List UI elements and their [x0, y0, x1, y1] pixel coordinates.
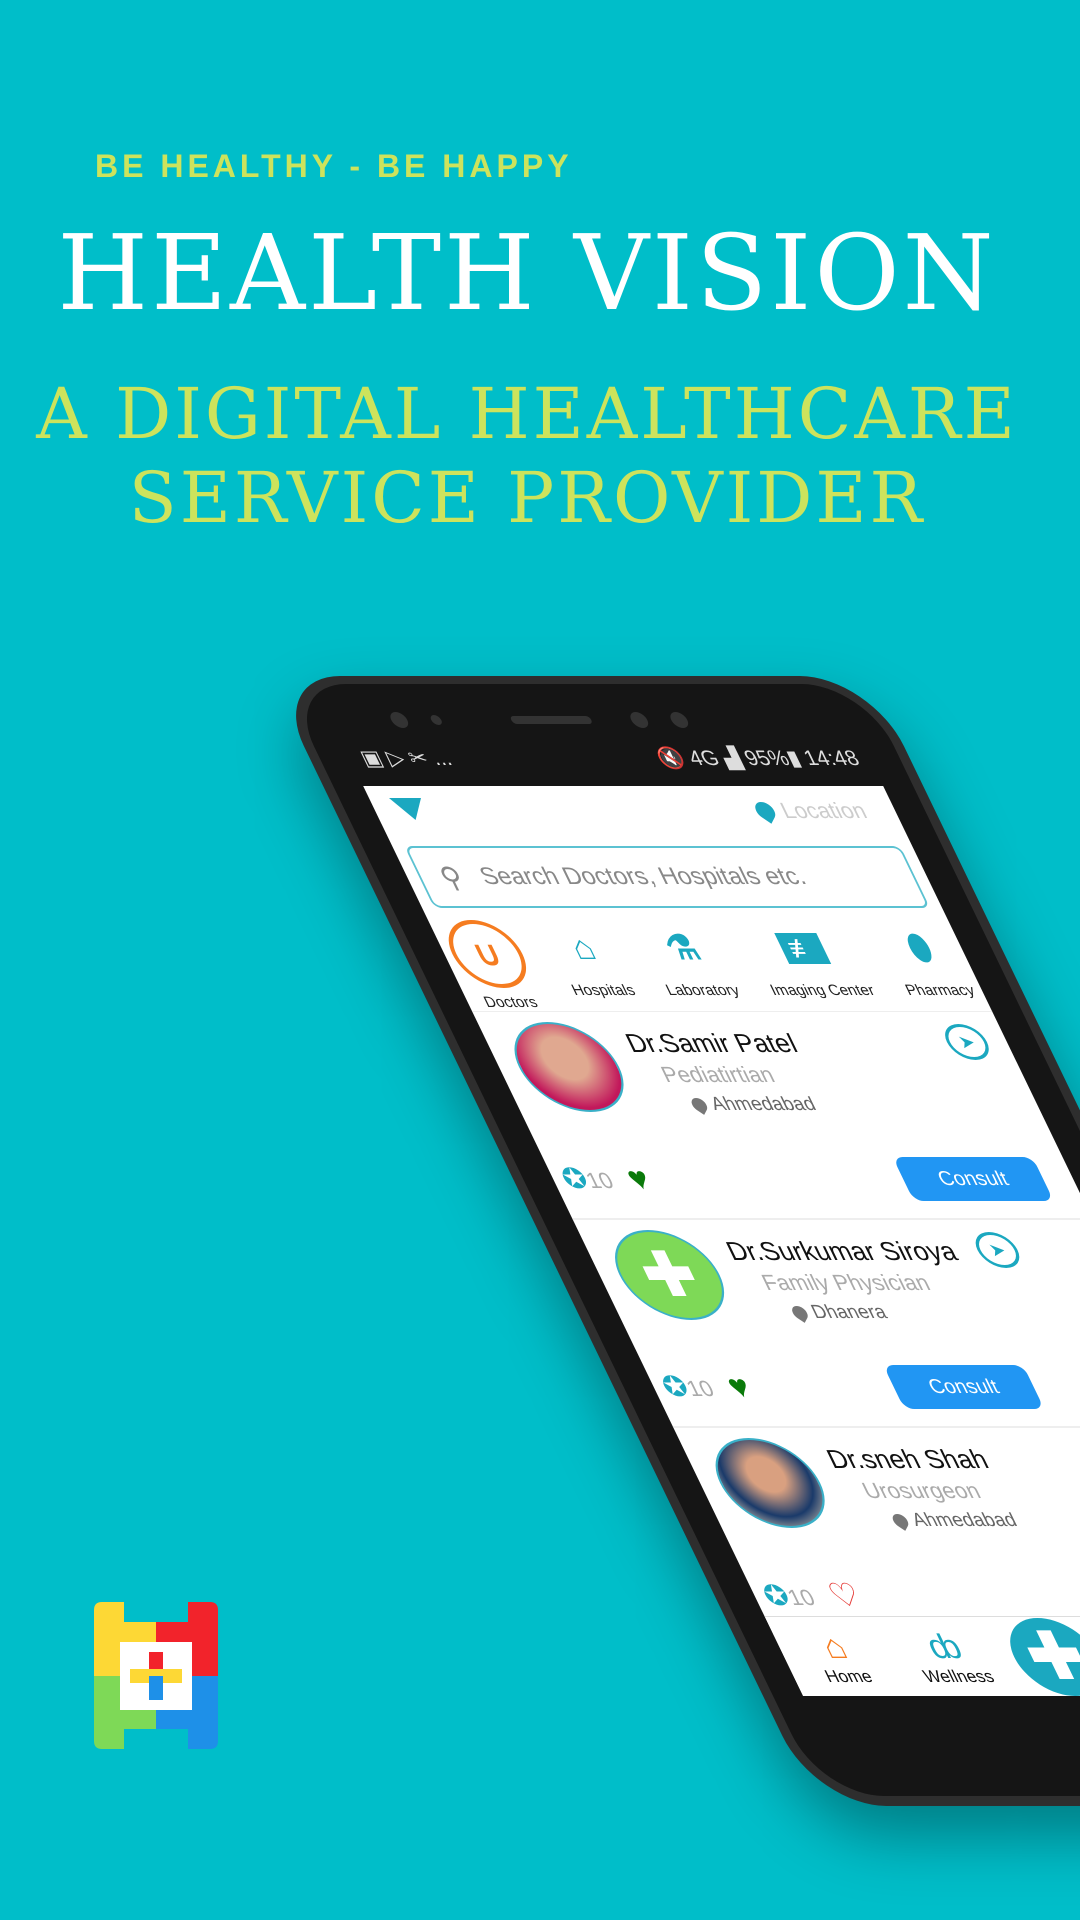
- category-bar: ∪ Doctors ⌂ Hospitals ⚗ Laboratory ≢ Imaging…: [422, 908, 993, 1012]
- heart-outline-icon[interactable]: ♡: [821, 1576, 868, 1614]
- heart-icon[interactable]: ♥: [720, 1368, 757, 1405]
- doctor-name: Dr.sneh Shah: [821, 1444, 994, 1474]
- sensor-icon: [428, 715, 444, 725]
- app-title: HEALTH VISION: [57, 212, 997, 334]
- category-hospitals[interactable]: ⌂ Hospitals: [539, 920, 645, 1011]
- phone-mockup: ▣ ▷ ✂ ... 🔇 4G ▟ 95%▮ 14:48 Location ⚲ S…: [270, 676, 1080, 1806]
- search-input[interactable]: ⚲ Search Doctors, Hospitals etc.: [404, 846, 931, 908]
- health-vision-logo: [94, 1602, 218, 1749]
- doctor-meta: ✪10 ♥: [555, 1160, 657, 1197]
- speaker-grille: [509, 716, 594, 724]
- navigate-icon[interactable]: ➤: [968, 1232, 1027, 1268]
- xray-icon: ≢: [760, 920, 843, 976]
- avatar: [698, 1438, 842, 1528]
- filter-icon[interactable]: [388, 798, 432, 820]
- category-imaging-center[interactable]: ≢ Imaging Center: [737, 920, 884, 1011]
- system-navigation-bar: ⇄ ▢: [803, 1696, 1080, 1752]
- hospital-icon: ⌂: [563, 928, 603, 967]
- bicycle-icon: ȸ: [919, 1627, 969, 1666]
- pill-icon: ⬮: [899, 928, 940, 967]
- doctor-specialty: Pediatirtian: [656, 1062, 779, 1087]
- location-pin-icon: [752, 798, 778, 824]
- plus-icon: ✚: [1011, 1620, 1080, 1692]
- app-header: Location: [363, 786, 911, 844]
- avatar: ✚: [597, 1230, 742, 1320]
- consult-button[interactable]: Consult: [892, 1157, 1054, 1201]
- search-icon: ⚲: [433, 861, 470, 893]
- location-pin-icon: [890, 1511, 911, 1531]
- category-laboratory[interactable]: ⚗ Laboratory: [633, 920, 749, 1011]
- camera-icon: [387, 712, 412, 728]
- avatar: [497, 1022, 641, 1112]
- doctor-meta: ✪10 ♡: [756, 1576, 868, 1614]
- subtitle: A DIGITAL HEALTHCARE SERVICE PROVIDER: [0, 372, 1054, 540]
- search-placeholder: Search Doctors, Hospitals etc.: [474, 863, 811, 890]
- doctor-city: Dhanera: [788, 1302, 892, 1324]
- subtitle-line-1: A DIGITAL HEALTHCARE: [36, 373, 1018, 455]
- doctor-specialty: Family Physician: [757, 1270, 935, 1295]
- doctor-city: Ahmedabad: [888, 1510, 1021, 1532]
- home-icon: ⌂: [814, 1627, 854, 1666]
- battery-level: 95%: [740, 746, 794, 770]
- test-tube-icon: ⚗: [657, 929, 707, 967]
- doctor-meta: ✪10 ♥: [655, 1368, 757, 1405]
- bottom-navigation: ⌂ Home ȸ Wellness ✚: [764, 1616, 1080, 1696]
- subtitle-line-2: SERVICE PROVIDER: [128, 457, 926, 539]
- doctor-specialty: Urosurgeon: [857, 1478, 985, 1503]
- heart-icon[interactable]: ♥: [620, 1160, 657, 1197]
- status-bar: ▣ ▷ ✂ ... 🔇 4G ▟ 95%▮ 14:48: [339, 736, 880, 780]
- consult-button[interactable]: Consult: [883, 1365, 1045, 1409]
- network-label: 4G: [684, 746, 724, 770]
- doctor-city: Ahmedabad: [687, 1094, 820, 1116]
- clock: 14:48: [799, 746, 864, 770]
- doctor-card[interactable]: Dr.Samir Patel Pediatirtian Ahmedabad ➤ …: [472, 1012, 1080, 1220]
- status-left: ▣ ▷ ✂ ...: [356, 746, 456, 770]
- location-pin-icon: [689, 1095, 710, 1115]
- navigate-icon[interactable]: ➤: [938, 1024, 996, 1060]
- iris-sensor-icon: [667, 712, 692, 728]
- front-camera-icon: [627, 712, 652, 728]
- doctor-name: Dr.Surkumar Siroya: [720, 1236, 963, 1266]
- tagline: BE HEALTHY - BE HAPPY: [95, 148, 573, 184]
- doctor-name: Dr.Samir Patel: [620, 1028, 803, 1058]
- status-right: 🔇 4G ▟ 95%▮ 14:48: [652, 746, 864, 770]
- location-pin-icon: [790, 1303, 810, 1323]
- location-button[interactable]: Location: [750, 798, 872, 824]
